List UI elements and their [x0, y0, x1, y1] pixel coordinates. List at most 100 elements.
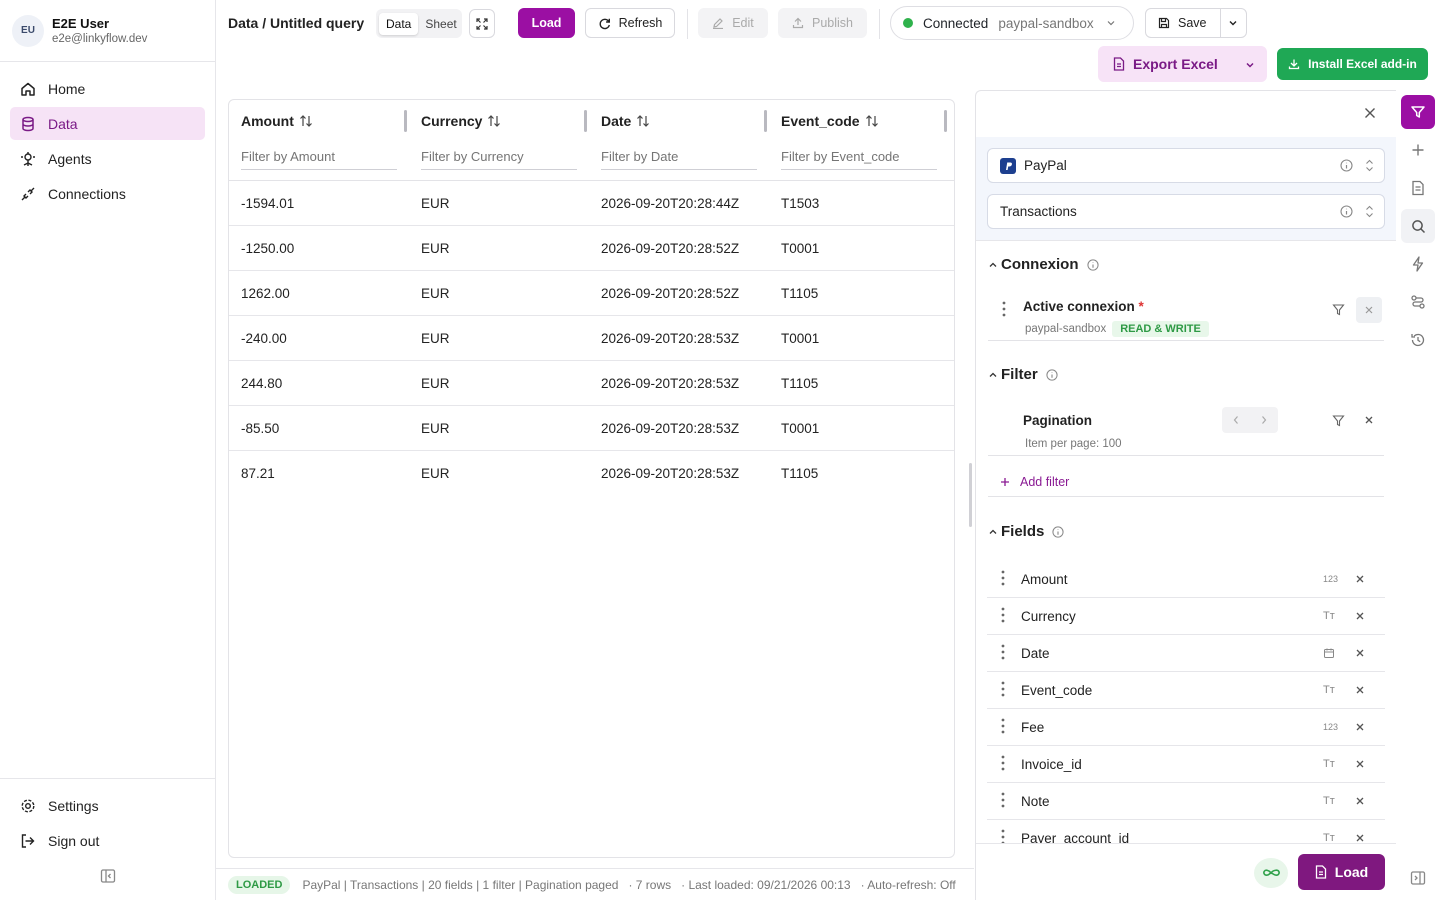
drag-handle-icon[interactable] — [1001, 829, 1005, 843]
nav-item-home[interactable]: Home — [10, 72, 205, 105]
sort-icon[interactable] — [631, 115, 650, 127]
edit-button[interactable]: Edit — [698, 8, 768, 38]
rail-add-button[interactable] — [1401, 133, 1435, 167]
filter-input-event-code[interactable] — [781, 143, 937, 170]
nav-item-connections[interactable]: Connections — [10, 177, 205, 210]
panel-resize-handle[interactable] — [969, 463, 972, 527]
rail-filter-button[interactable] — [1401, 95, 1435, 129]
drag-handle-icon[interactable] — [1001, 755, 1005, 771]
drag-handle-icon[interactable] — [1001, 644, 1005, 660]
drag-handle-icon[interactable] — [1001, 570, 1005, 586]
section-filter-header[interactable]: Filter — [988, 366, 1058, 383]
sort-icon[interactable] — [294, 115, 313, 127]
close-icon[interactable] — [1355, 574, 1365, 584]
view-sheet-tab[interactable]: Sheet — [418, 13, 463, 35]
table-row[interactable]: 1262.00 EUR 2026-09-20T20:28:52Z T1105 — [229, 271, 954, 316]
column-resize-handle[interactable] — [404, 110, 407, 132]
rail-notes-button[interactable] — [1401, 171, 1435, 205]
filter-input-amount[interactable] — [241, 143, 397, 170]
table-row[interactable]: -85.50 EUR 2026-09-20T20:28:53Z T0001 — [229, 406, 954, 451]
pagination-filter-card[interactable]: Pagination Item per page: 100 — [988, 401, 1384, 456]
close-icon[interactable] — [1355, 685, 1365, 695]
column-resize-handle[interactable] — [764, 110, 767, 132]
chevron-right-icon[interactable] — [1250, 407, 1278, 433]
close-icon[interactable] — [1355, 833, 1365, 843]
close-icon[interactable] — [1355, 648, 1365, 658]
save-button[interactable]: Save — [1158, 16, 1207, 30]
filter-input-currency[interactable] — [421, 143, 577, 170]
connection-selector[interactable]: Connected paypal-sandbox — [890, 6, 1134, 40]
drag-handle-icon[interactable] — [1001, 607, 1005, 623]
table-row[interactable]: -1250.00 EUR 2026-09-20T20:28:52Z T0001 — [229, 226, 954, 271]
panel-collapse-icon[interactable] — [1410, 870, 1426, 886]
info-icon[interactable] — [1052, 525, 1064, 538]
publish-button[interactable]: Publish — [778, 8, 867, 38]
field-item-date[interactable]: Date — [987, 635, 1385, 672]
chevron-left-icon[interactable] — [1222, 407, 1250, 433]
nav-item-settings[interactable]: Settings — [10, 789, 205, 822]
active-connexion-card[interactable]: Active connexion * paypal-sandbox READ & … — [988, 291, 1384, 341]
drag-handle-icon[interactable] — [1002, 301, 1006, 317]
rail-search-button[interactable] — [1401, 209, 1435, 243]
column-resize-handle[interactable] — [584, 110, 587, 132]
user-profile[interactable]: EU E2E User e2e@linkyflow.dev — [0, 0, 215, 62]
load-button[interactable]: Load — [518, 8, 575, 38]
column-resize-handle[interactable] — [944, 110, 947, 132]
table-row[interactable]: 244.80 EUR 2026-09-20T20:28:53Z T1105 — [229, 361, 954, 406]
close-icon[interactable] — [1364, 415, 1374, 425]
column-header-currency[interactable]: Currency — [409, 100, 589, 180]
rail-transform-button[interactable] — [1401, 285, 1435, 319]
sidebar-collapse-icon[interactable] — [100, 868, 116, 884]
drag-handle-icon[interactable] — [1001, 792, 1005, 808]
info-icon[interactable] — [1086, 258, 1099, 271]
sort-icon[interactable] — [860, 115, 879, 127]
close-icon[interactable] — [1355, 722, 1365, 732]
filter-icon[interactable] — [1332, 414, 1345, 427]
sort-icon[interactable] — [482, 115, 501, 127]
close-icon[interactable] — [1362, 105, 1378, 121]
panel-load-button[interactable]: Load — [1298, 854, 1385, 890]
field-item-amount[interactable]: Amount 123 — [987, 561, 1385, 598]
field-item-fee[interactable]: Fee 123 — [987, 709, 1385, 746]
close-icon[interactable] — [1355, 759, 1365, 769]
info-icon[interactable] — [1340, 159, 1353, 172]
nav-item-agents[interactable]: Agents — [10, 142, 205, 175]
section-connexion-header[interactable]: Connexion — [988, 256, 1099, 273]
object-select[interactable]: Transactions — [987, 194, 1385, 229]
column-header-event-code[interactable]: Event_code — [769, 100, 949, 180]
save-menu-chevron-icon[interactable] — [1228, 18, 1238, 28]
table-row[interactable]: -1594.01 EUR 2026-09-20T20:28:44Z T1503 — [229, 181, 954, 226]
section-fields-header[interactable]: Fields — [988, 523, 1064, 540]
field-item-invoice-id[interactable]: Invoice_id Tт — [987, 746, 1385, 783]
close-icon[interactable] — [1355, 796, 1365, 806]
column-header-date[interactable]: Date — [589, 100, 769, 180]
field-name: Event_code — [1021, 682, 1093, 698]
export-excel-button[interactable]: Export Excel — [1098, 46, 1267, 82]
close-icon[interactable] — [1355, 611, 1365, 621]
refresh-button[interactable]: Refresh — [585, 8, 675, 38]
column-header-amount[interactable]: Amount — [229, 100, 409, 180]
table-row[interactable]: 87.21 EUR 2026-09-20T20:28:53Z T1105 — [229, 451, 954, 496]
info-icon[interactable] — [1046, 368, 1058, 381]
field-item-event-code[interactable]: Event_code Tт — [987, 672, 1385, 709]
install-excel-addin-button[interactable]: Install Excel add-in — [1277, 48, 1428, 80]
field-item-currency[interactable]: Currency Tт — [987, 598, 1385, 635]
drag-handle-icon[interactable] — [1001, 681, 1005, 697]
infinity-button[interactable] — [1254, 858, 1288, 888]
nav-item-data[interactable]: Data — [10, 107, 205, 140]
filter-input-date[interactable] — [601, 143, 757, 170]
drag-handle-icon[interactable] — [1001, 718, 1005, 734]
view-data-tab[interactable]: Data — [379, 12, 419, 35]
add-filter-button[interactable]: Add filter — [1000, 475, 1069, 489]
info-icon[interactable] — [1340, 205, 1353, 218]
source-select[interactable]: PayPal — [987, 148, 1385, 183]
rail-automation-button[interactable] — [1401, 247, 1435, 281]
remove-button[interactable] — [1356, 297, 1382, 323]
field-item-payer-account-id[interactable]: Payer_account_id Tт — [987, 820, 1385, 843]
expand-button[interactable] — [469, 9, 495, 38]
nav-item-signout[interactable]: Sign out — [10, 824, 205, 857]
table-row[interactable]: -240.00 EUR 2026-09-20T20:28:53Z T0001 — [229, 316, 954, 361]
rail-history-button[interactable] — [1401, 323, 1435, 357]
field-item-note[interactable]: Note Tт — [987, 783, 1385, 820]
filter-icon[interactable] — [1332, 303, 1345, 316]
